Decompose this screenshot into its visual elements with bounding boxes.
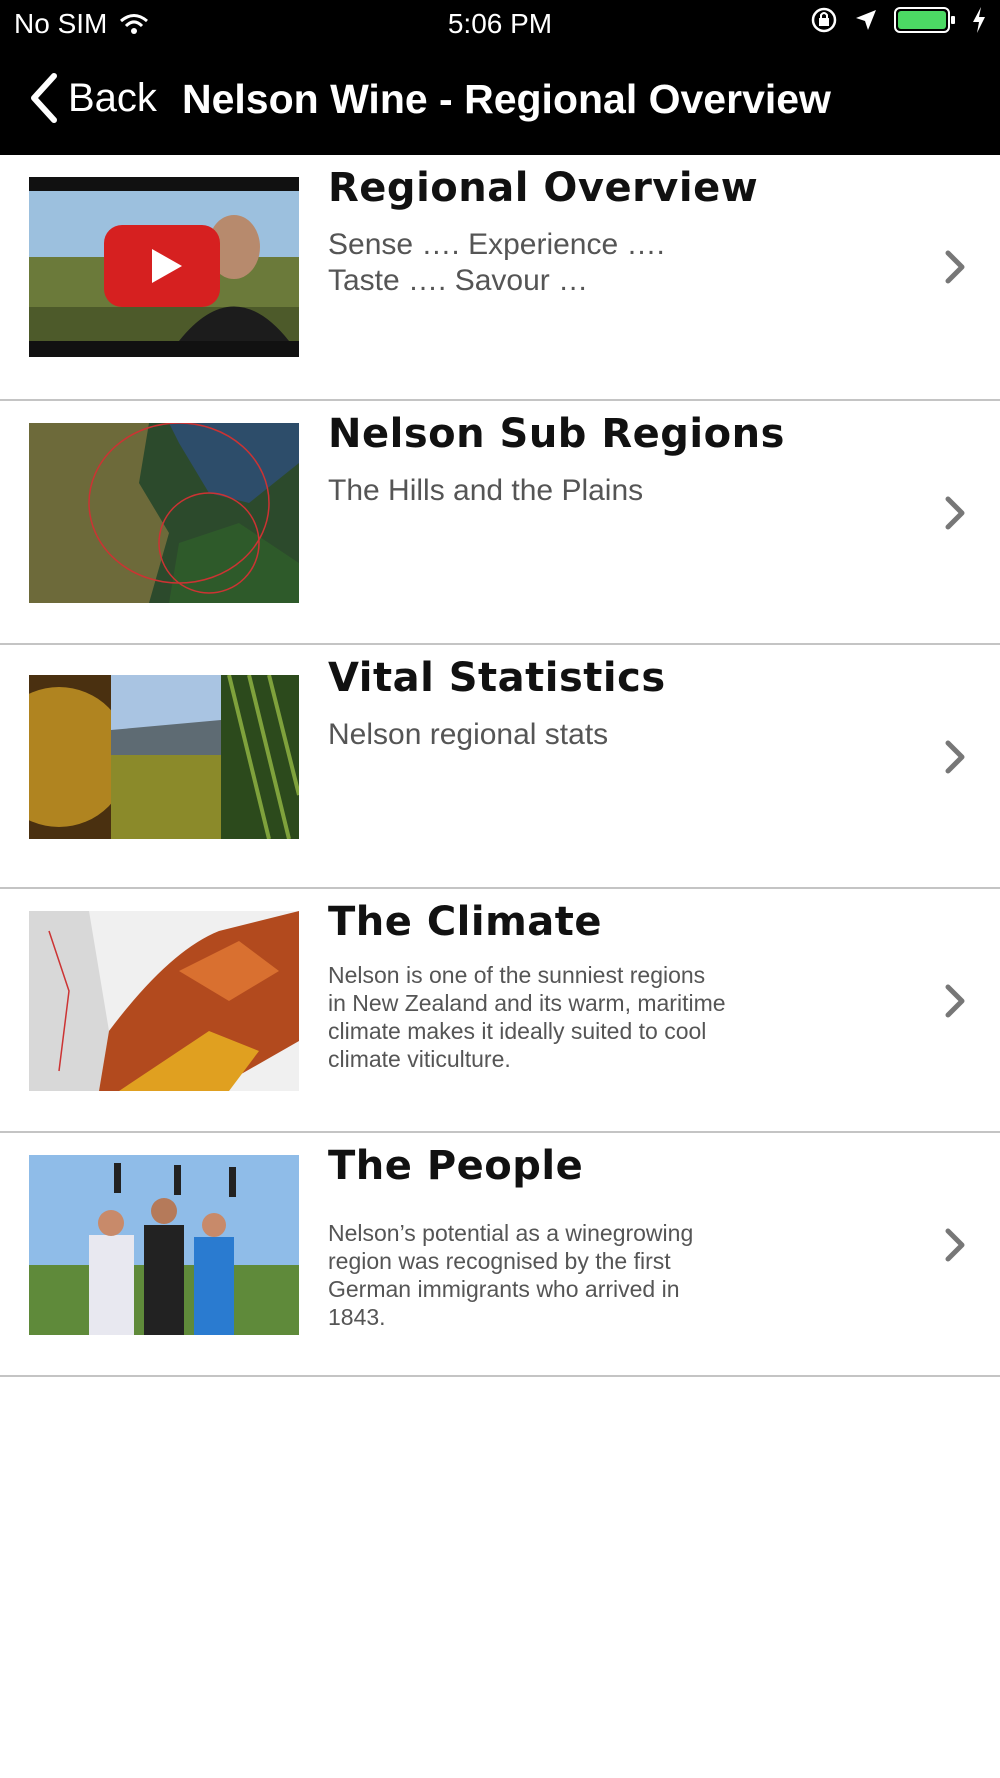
navigation-bar: Back Nelson Wine - Regional Overview bbox=[0, 52, 1000, 155]
chevron-right-icon bbox=[945, 740, 965, 774]
status-bar: No SIM 5:06 PM bbox=[0, 0, 1000, 52]
item-description: Sense …. Experience …. Taste …. Savour … bbox=[328, 228, 665, 297]
list-item-the-people[interactable]: The People Nelson’s potential as a wineg… bbox=[0, 1133, 1000, 1377]
item-description: Nelson’s potential as a winegrowing regi… bbox=[328, 1220, 694, 1330]
item-description: Nelson regional stats bbox=[328, 718, 609, 751]
charging-bolt-icon bbox=[973, 7, 985, 33]
list-item-the-climate[interactable]: The Climate Nelson is one of the sunnies… bbox=[0, 889, 1000, 1133]
status-right bbox=[810, 6, 986, 34]
vineyard-collage-thumbnail bbox=[29, 675, 299, 839]
battery-icon bbox=[894, 7, 955, 33]
rotation-lock-icon bbox=[811, 7, 837, 33]
list-item-nelson-sub-regions[interactable]: Nelson Sub Regions The Hills and the Pla… bbox=[0, 401, 1000, 645]
item-title: Regional Overview bbox=[328, 165, 759, 211]
item-description: The Hills and the Plains bbox=[328, 474, 644, 507]
climate-map-thumbnail bbox=[29, 911, 299, 1091]
people-photo-thumbnail bbox=[29, 1155, 299, 1335]
chevron-left-icon bbox=[31, 73, 57, 123]
back-label: Back bbox=[68, 75, 157, 120]
item-description: Nelson is one of the sunniest regions in… bbox=[328, 962, 726, 1072]
item-title: Nelson Sub Regions bbox=[328, 411, 785, 457]
back-button[interactable]: Back bbox=[28, 72, 157, 124]
item-title: The Climate bbox=[328, 899, 603, 945]
page-title: Nelson Wine - Regional Overview bbox=[182, 76, 831, 122]
video-thumbnail[interactable] bbox=[29, 177, 299, 357]
location-icon bbox=[856, 10, 876, 30]
chevron-right-icon bbox=[945, 1228, 965, 1262]
chevron-right-icon bbox=[945, 984, 965, 1018]
satellite-map-thumbnail bbox=[29, 423, 299, 603]
list-item-regional-overview[interactable]: Regional Overview Sense …. Experience ….… bbox=[0, 155, 1000, 401]
chevron-right-icon bbox=[945, 496, 965, 530]
item-title: Vital Statistics bbox=[328, 655, 666, 701]
content-list: Regional Overview Sense …. Experience ….… bbox=[0, 155, 1000, 1377]
list-item-vital-statistics[interactable]: Vital Statistics Nelson regional stats bbox=[0, 645, 1000, 889]
chevron-right-icon bbox=[945, 250, 965, 284]
item-title: The People bbox=[328, 1143, 584, 1189]
